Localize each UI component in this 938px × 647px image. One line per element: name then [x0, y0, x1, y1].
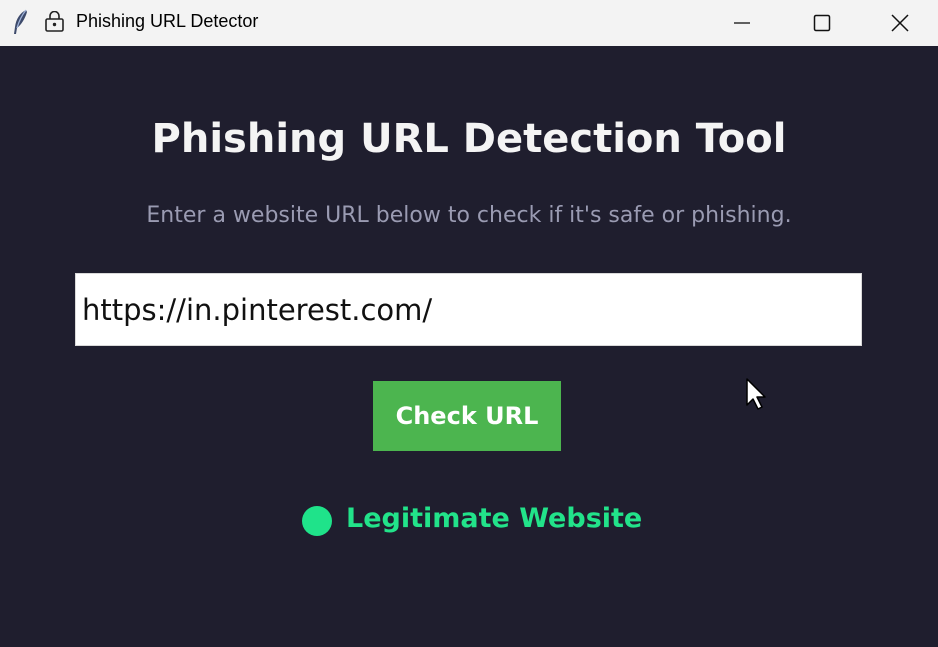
maximize-icon [813, 14, 831, 32]
maximize-button[interactable] [782, 0, 862, 46]
result-status: Legitimate Website [302, 498, 642, 538]
check-url-button[interactable]: Check URL [373, 381, 561, 451]
lock-icon [45, 11, 64, 32]
app-window: Phishing URL Detector Phishing URL Detec… [0, 0, 938, 647]
main-content: Phishing URL Detection Tool Enter a webs… [0, 46, 938, 647]
close-icon [891, 14, 909, 32]
page-subtitle: Enter a website URL below to check if it… [146, 203, 792, 228]
minimize-button[interactable] [702, 0, 782, 46]
feather-icon [14, 9, 27, 34]
title-bar: Phishing URL Detector [0, 0, 938, 46]
window-title: Phishing URL Detector [76, 11, 259, 31]
result-text: Legitimate Website [346, 502, 643, 534]
minimize-icon [734, 22, 750, 24]
close-button[interactable] [862, 0, 938, 46]
green-circle-icon [302, 506, 332, 536]
url-input[interactable] [75, 273, 862, 346]
mouse-cursor-icon [746, 378, 766, 410]
page-title: Phishing URL Detection Tool [151, 116, 787, 162]
